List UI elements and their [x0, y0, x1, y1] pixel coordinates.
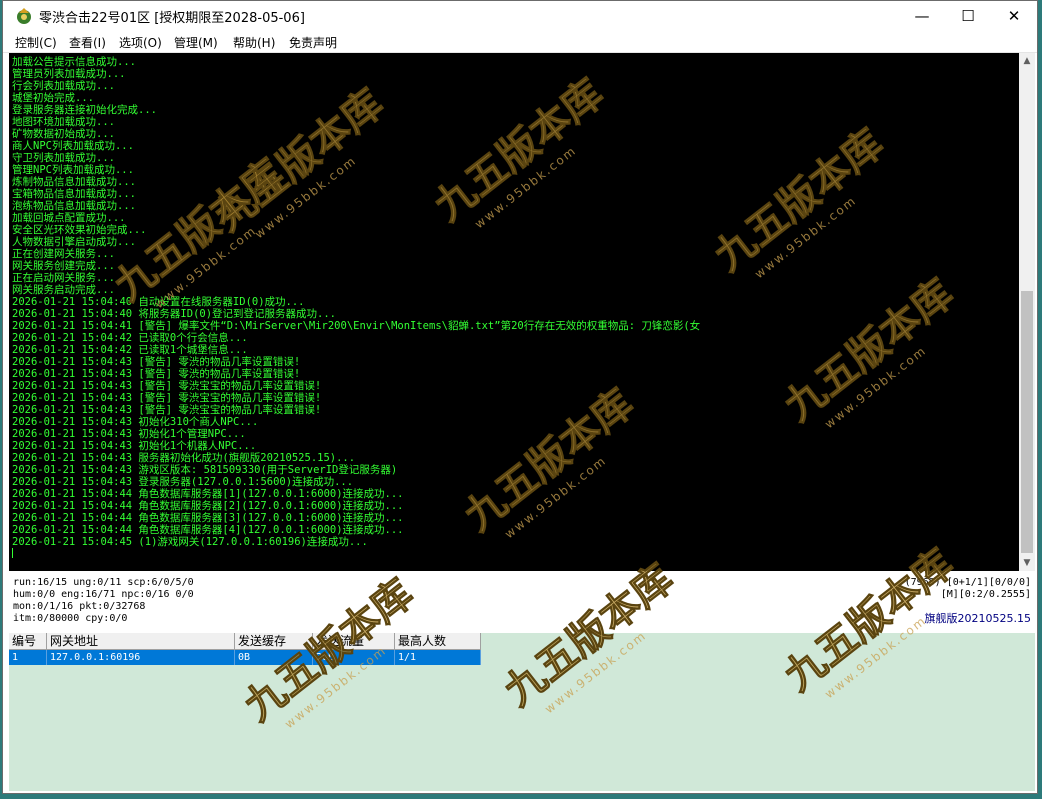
status-hum: hum:0/0 eng:16/71 npc:0/16 0/0 — [13, 589, 194, 600]
log-line: 2026-01-21 15:04:43 服务器初始化成功(旗舰版20210525… — [12, 452, 356, 464]
menu-help[interactable]: 帮助(H) — [233, 34, 275, 51]
menu-options[interactable]: 选项(O) — [119, 34, 162, 51]
log-line: 正在创建网关服务... — [12, 248, 115, 260]
title-bar[interactable]: 零渋合击22号01区 [授权期限至2028-05-06] — ☐ ✕ — [3, 1, 1037, 31]
server-log-console[interactable]: 加载公告提示信息成功... 管理员列表加载成功... 行会列表加载成功... 城堡初始… — [9, 53, 1019, 571]
server-window: 零渋合击22号01区 [授权期限至2028-05-06] — ☐ ✕ 控制(C)… — [2, 0, 1038, 794]
status-run: run:16/15 ung:0/11 scp:6/0/5/0 — [13, 577, 194, 588]
log-line: 登录服务器连接初始化完成... — [12, 104, 157, 116]
log-line: 2026-01-21 15:04:43 [警告] 零渋宝宝的物品几率设置错误! — [12, 392, 322, 404]
log-line: 人物数据引擎启动成功... — [12, 236, 136, 248]
log-line: 行会列表加载成功... — [12, 80, 115, 92]
menu-control[interactable]: 控制(C) — [15, 34, 57, 51]
log-line: 2026-01-21 15:04:41 [警告] 爆率文件“D:\MirServ… — [12, 320, 701, 332]
log-line: 宝箱物品信息加载成功... — [12, 188, 136, 200]
menu-disclaimer[interactable]: 免责声明 — [289, 34, 337, 51]
log-line: 加载回城点配置成功... — [12, 212, 126, 224]
log-line: 2026-01-21 15:04:43 初始化1个机器人NPC... — [12, 440, 257, 452]
log-line: 2026-01-21 15:04:43 [警告] 零渋的物品几率设置错误! — [12, 368, 301, 380]
text-cursor — [12, 548, 13, 558]
menu-view[interactable]: 查看(I) — [69, 34, 106, 51]
log-line: 2026-01-21 15:04:40 将服务器ID(0)登记到登记服务器成功.… — [12, 308, 337, 320]
log-line: 2026-01-21 15:04:44 角色数据库服务器[1](127.0.0.… — [12, 488, 404, 500]
log-line: 2026-01-21 15:04:43 [警告] 零渋宝宝的物品几率设置错误! — [12, 380, 322, 392]
status-mon: mon:0/1/16 pkt:0/32768 — [13, 601, 146, 612]
gateway-list[interactable]: 编号 网关地址 发送缓存 发送流量 最高人数 1 127.0.0.1:60196… — [9, 633, 1035, 791]
console-scrollbar[interactable]: ▲ ▼ — [1019, 53, 1035, 571]
log-line: 2026-01-21 15:04:43 初始化310个商人NPC... — [12, 416, 259, 428]
cell-id: 1 — [9, 650, 47, 665]
log-line: 2026-01-21 15:04:42 已读取1个城堡信息... — [12, 344, 248, 356]
log-line: 炼制物品信息加载成功... — [12, 176, 136, 188]
cell-send-traffic: 20B — [313, 650, 395, 665]
log-line: 城堡初始完成... — [12, 92, 94, 104]
status-itm: itm:0/80000 cpy:0/0 — [13, 613, 128, 624]
log-line: 矿物数据初始成功... — [12, 128, 115, 140]
status-connections: (7968) [0+1/1][0/0/0] — [904, 577, 1031, 588]
log-line: 加载公告提示信息成功... — [12, 56, 136, 68]
log-line: 安全区光环效果初始完成... — [12, 224, 147, 236]
app-icon — [17, 8, 31, 24]
table-row[interactable]: 1 127.0.0.1:60196 0B 20B 1/1 — [9, 650, 481, 665]
log-line: 正在启动网关服务... — [12, 272, 115, 284]
col-id[interactable]: 编号 — [9, 633, 47, 649]
maximize-icon: ☐ — [961, 7, 975, 25]
scroll-thumb[interactable] — [1021, 291, 1033, 553]
maximize-button[interactable]: ☐ — [945, 1, 991, 31]
col-address[interactable]: 网关地址 — [47, 633, 235, 649]
minimize-icon: — — [914, 7, 930, 25]
log-line: 2026-01-21 15:04:45 (1)游戏网关(127.0.0.1:60… — [12, 536, 368, 548]
log-line: 2026-01-21 15:04:43 [警告] 零渋宝宝的物品几率设置错误! — [12, 404, 322, 416]
menu-manage[interactable]: 管理(M) — [174, 34, 218, 51]
scroll-down-icon[interactable]: ▼ — [1019, 555, 1035, 571]
status-panel: run:16/15 ung:0/11 scp:6/0/5/0 hum:0/0 e… — [9, 573, 1035, 633]
minimize-button[interactable]: — — [899, 1, 945, 31]
cell-max-players: 1/1 — [395, 650, 481, 665]
log-line: 2026-01-21 15:04:43 初始化1个管理NPC... — [12, 428, 246, 440]
log-line: 2026-01-21 15:04:43 游戏区版本: 581509330(用于S… — [12, 464, 398, 476]
col-send-buffer[interactable]: 发送缓存 — [235, 633, 313, 649]
cell-send-buffer: 0B — [235, 650, 313, 665]
cell-address: 127.0.0.1:60196 — [47, 650, 235, 665]
menu-bar: 控制(C) 查看(I) 选项(O) 管理(M) 帮助(H) 免责声明 — [3, 31, 1037, 53]
log-line: 2026-01-21 15:04:43 登录服务器(127.0.0.1:5600… — [12, 476, 354, 488]
log-line: 网关服务创建完成... — [12, 260, 115, 272]
log-line: 2026-01-21 15:04:44 角色数据库服务器[4](127.0.0.… — [12, 524, 404, 536]
log-line: 泡练物品信息加载成功... — [12, 200, 136, 212]
window-title: 零渋合击22号01区 [授权期限至2028-05-06] — [39, 11, 305, 26]
log-line: 地图环境加载成功... — [12, 116, 115, 128]
close-button[interactable]: ✕ — [991, 1, 1037, 31]
gateway-list-header: 编号 网关地址 发送缓存 发送流量 最高人数 — [9, 633, 481, 650]
close-icon: ✕ — [1007, 7, 1021, 25]
col-max-players[interactable]: 最高人数 — [395, 633, 481, 649]
log-line: 2026-01-21 15:04:40 自动设置在线服务器ID(0)成功... — [12, 296, 305, 308]
version-label: 旗舰版20210525.15 — [924, 612, 1031, 625]
log-line: 2026-01-21 15:04:44 角色数据库服务器[2](127.0.0.… — [12, 500, 404, 512]
log-line: 网关服务启动完成... — [12, 284, 115, 296]
log-line: 守卫列表加载成功... — [12, 152, 115, 164]
log-line: 2026-01-21 15:04:43 [警告] 零渋的物品几率设置错误! — [12, 356, 301, 368]
status-memory: [M][0:2/0.2555] — [940, 589, 1031, 600]
log-line: 2026-01-21 15:04:44 角色数据库服务器[3](127.0.0.… — [12, 512, 404, 524]
log-line: 管理员列表加载成功... — [12, 68, 126, 80]
col-send-traffic[interactable]: 发送流量 — [313, 633, 395, 649]
log-line: 商人NPC列表加载成功... — [12, 140, 134, 152]
log-line: 管理NPC列表加载成功... — [12, 164, 134, 176]
log-line: 2026-01-21 15:04:42 已读取0个行会信息... — [12, 332, 248, 344]
scroll-up-icon[interactable]: ▲ — [1019, 53, 1035, 69]
